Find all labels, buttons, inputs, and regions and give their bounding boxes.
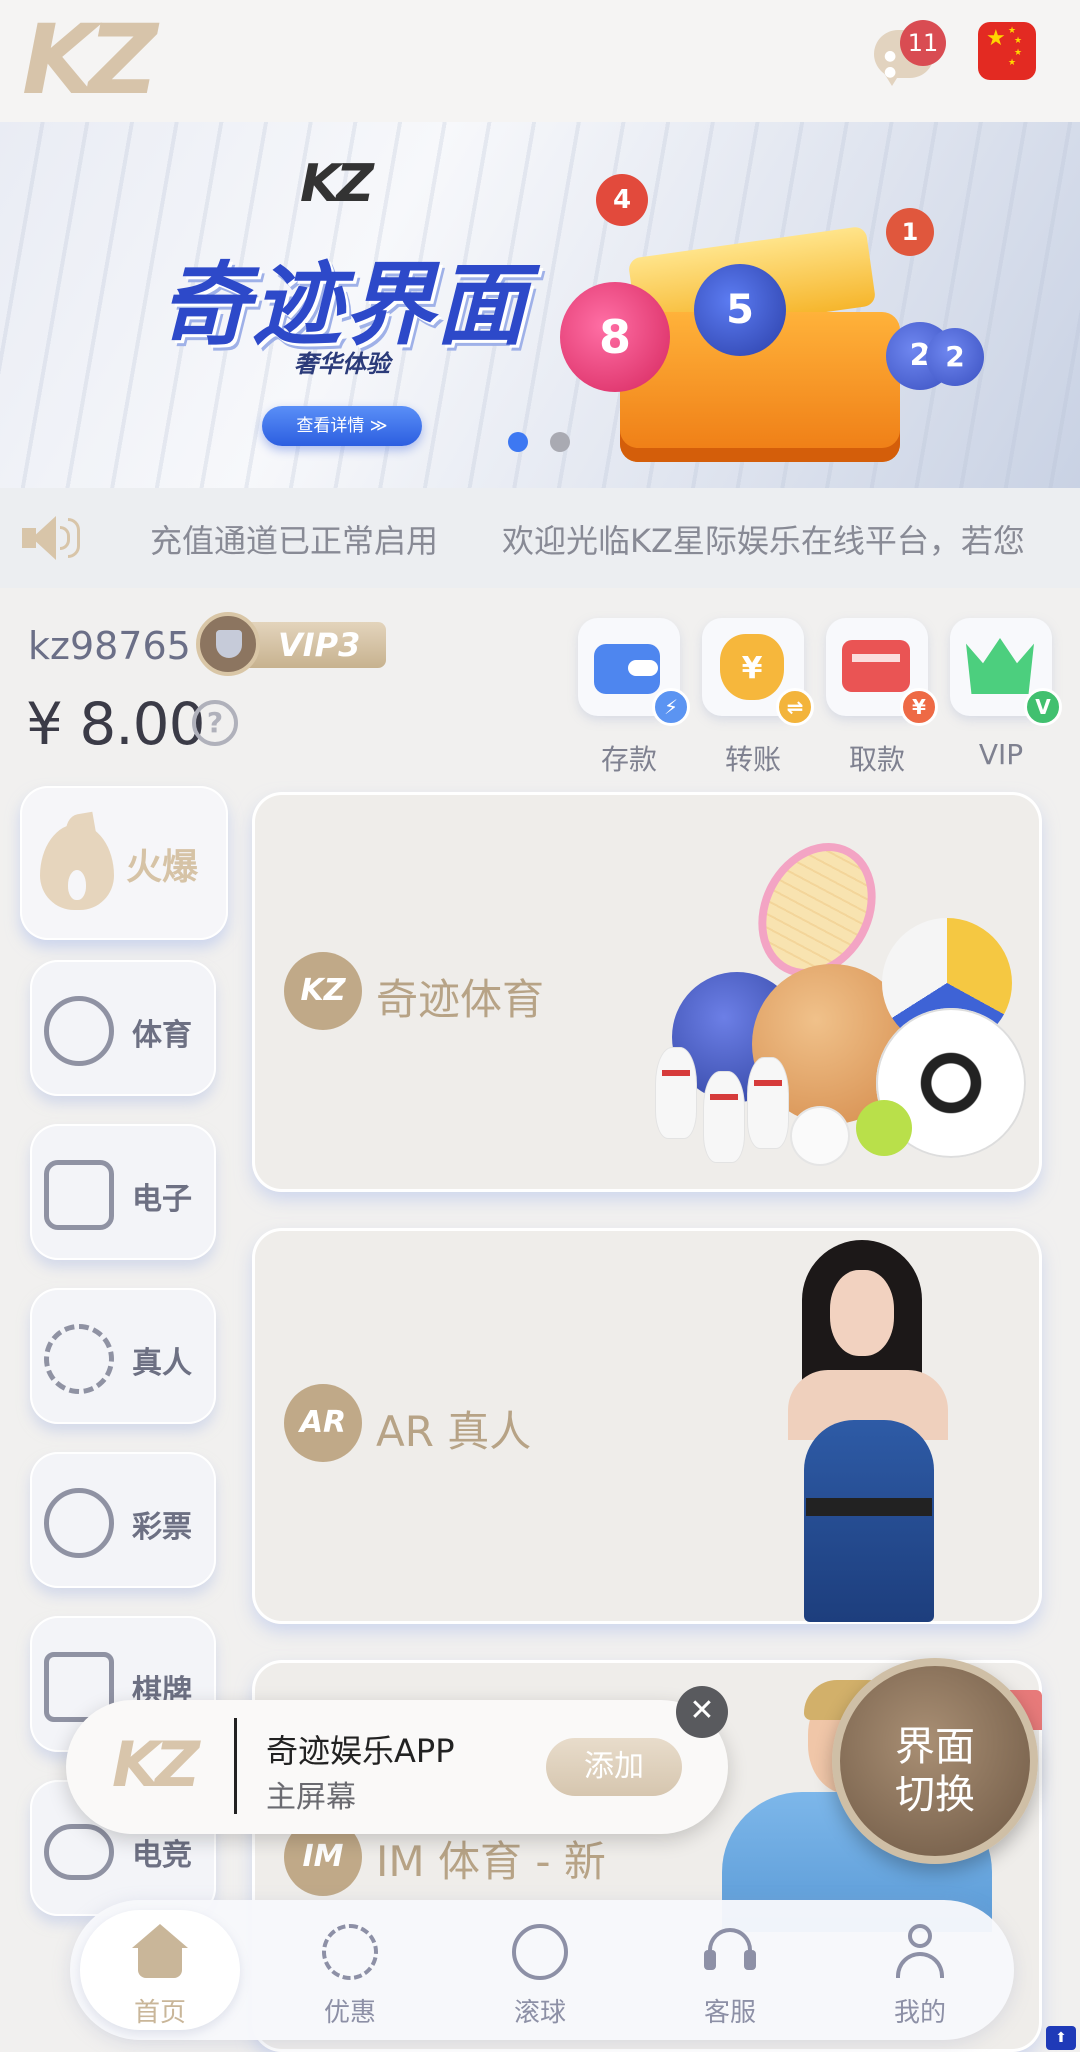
gamepad-icon (44, 1824, 114, 1880)
live-ball-icon (512, 1924, 568, 1980)
game-card-title: AR 真人 (376, 1407, 532, 1456)
banner-details-button[interactable]: 查看详情 ≫ (262, 406, 422, 446)
app-logo: KZ (112, 1728, 200, 1801)
carousel-dot-active[interactable] (508, 432, 528, 452)
soccer-icon (44, 996, 114, 1066)
lottery-ball: 5 (694, 264, 786, 356)
game-card-kz-sports[interactable]: KZ 奇迹体育 (252, 792, 1042, 1192)
live-dealer-art (752, 1240, 992, 1622)
tab-customer-service[interactable]: 客服 (650, 1910, 810, 2030)
tab-home[interactable]: 首页 (80, 1910, 240, 2030)
corner-indicator-icon: ⬆ (1046, 2026, 1076, 2050)
card-icon (842, 640, 910, 692)
promo-banner[interactable]: KZ 奇迹界面 奢华体验 查看详情 ≫ 4 1 5 8 2 2 (0, 122, 1080, 488)
tab-my-account[interactable]: 我的 (840, 1910, 1000, 2030)
announcement-marquee[interactable]: 充值通道已正常启用 欢迎光临KZ星际娱乐在线平台，若您 (0, 488, 1080, 588)
add-to-home-button[interactable]: 添加 (546, 1738, 682, 1796)
promo-badge-icon (322, 1924, 378, 1980)
sidebar-item-slots[interactable]: 电子 (30, 1124, 216, 1260)
sidebar-item-live-casino[interactable]: 真人 (30, 1288, 216, 1424)
lottery-ball: 4 (596, 174, 648, 226)
bottom-nav: 首页 优惠 滚球 客服 我的 (70, 1900, 1014, 2040)
vip-badge[interactable]: VIP3 (196, 612, 392, 676)
crown-icon (966, 638, 1034, 694)
lottery-ball: 2 (926, 328, 984, 386)
banner-subtitle: 奢华体验 (294, 350, 390, 378)
game-card-title: IM 体育 - 新 (376, 1837, 606, 1886)
app-name: 奇迹娱乐APP (266, 1732, 455, 1770)
deposit-button[interactable]: ⚡ 存款 (578, 618, 690, 778)
kz-sports-logo: KZ (284, 952, 362, 1030)
vip-button[interactable]: V VIP (950, 618, 1062, 771)
tab-live-betting[interactable]: 滚球 (460, 1910, 620, 2030)
headset-icon (702, 1924, 758, 1980)
banner-brand: KZ (300, 154, 374, 214)
ui-switch-button[interactable]: 界面 切换 (832, 1658, 1038, 1864)
vip-level: VIP3 (278, 626, 361, 664)
game-card-title: 奇迹体育 (376, 975, 545, 1024)
add-to-home-popup: KZ 奇迹娱乐APP 主屏幕 添加 (66, 1700, 728, 1834)
flame-icon (38, 811, 118, 914)
top-header: KZ ● ● ● 11 ★ ★ ★ ★ ★ (0, 0, 1080, 122)
money-bag-icon: ¥ (720, 634, 784, 700)
kz-logo[interactable]: KZ (22, 12, 158, 108)
banner-title: 奇迹界面 (160, 253, 528, 358)
slot-machine-icon (44, 1160, 114, 1230)
help-icon[interactable]: ? (192, 700, 238, 746)
vip-medal-icon (196, 612, 260, 676)
game-card-ar-live[interactable]: AR AR 真人 (252, 1228, 1042, 1624)
sidebar-item-sports[interactable]: 体育 (30, 960, 216, 1096)
transfer-button[interactable]: ¥ ⇌ 转账 (702, 618, 814, 778)
lottery-ball: 8 (560, 282, 670, 392)
home-screen-label: 主屏幕 (266, 1780, 356, 1815)
tab-promotions[interactable]: 优惠 (270, 1910, 430, 2030)
username: kz98765 (28, 624, 191, 668)
wallet-icon (594, 644, 660, 694)
china-flag-icon[interactable]: ★ ★ ★ ★ ★ (978, 22, 1036, 80)
sidebar-item-hot[interactable]: 火爆 (20, 786, 228, 940)
sidebar-item-lottery[interactable]: 彩票 (30, 1452, 216, 1588)
close-icon[interactable]: ✕ (676, 1686, 728, 1738)
carousel-dot[interactable] (550, 432, 570, 452)
user-icon (892, 1924, 948, 1980)
ar-live-logo: AR (284, 1384, 362, 1462)
withdraw-button[interactable]: ¥ 取款 (826, 618, 938, 778)
announcement-text: 充值通道已正常启用 欢迎光临KZ星际娱乐在线平台，若您 (150, 522, 1025, 560)
speaker-icon (22, 516, 82, 560)
lottery-ball: 1 (886, 208, 934, 256)
home-icon (132, 1924, 188, 1980)
poker-chip-icon (44, 1324, 114, 1394)
messages-count-badge: 11 (900, 20, 946, 66)
account-balance: ¥ 8.00 (26, 690, 205, 758)
lottery-ball-icon (44, 1488, 114, 1558)
